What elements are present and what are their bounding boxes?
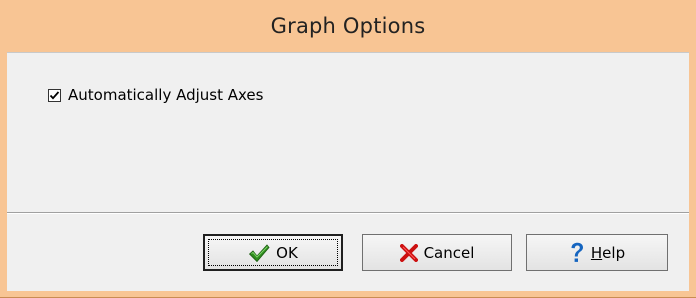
dialog-title: Graph Options xyxy=(270,14,426,38)
check-mark-icon xyxy=(49,90,60,100)
auto-adjust-axes-checkbox[interactable] xyxy=(48,88,61,102)
help-button[interactable]: Help xyxy=(526,234,668,271)
help-button-label: Help xyxy=(591,244,625,262)
ok-button[interactable]: OK xyxy=(203,234,343,271)
ok-button-label: OK xyxy=(276,243,298,262)
help-label-rest: elp xyxy=(602,243,626,262)
dialog-client-area: Automatically Adjust Axes OK Cancel Help xyxy=(7,52,689,291)
auto-adjust-axes-label: Automatically Adjust Axes xyxy=(68,86,264,104)
title-bar[interactable]: Graph Options xyxy=(0,0,696,52)
button-area-divider-highlight xyxy=(7,213,689,214)
red-x-icon xyxy=(399,243,418,262)
cancel-button[interactable]: Cancel xyxy=(362,234,512,271)
graph-options-dialog: Graph Options Automatically Adjust Axes … xyxy=(0,0,696,298)
help-mnemonic: H xyxy=(590,243,603,262)
checkmark-icon xyxy=(248,243,270,263)
auto-adjust-axes-option[interactable]: Automatically Adjust Axes xyxy=(48,85,263,105)
focus-rectangle xyxy=(208,239,338,266)
cancel-button-label: Cancel xyxy=(423,243,475,262)
question-mark-icon xyxy=(569,242,585,264)
